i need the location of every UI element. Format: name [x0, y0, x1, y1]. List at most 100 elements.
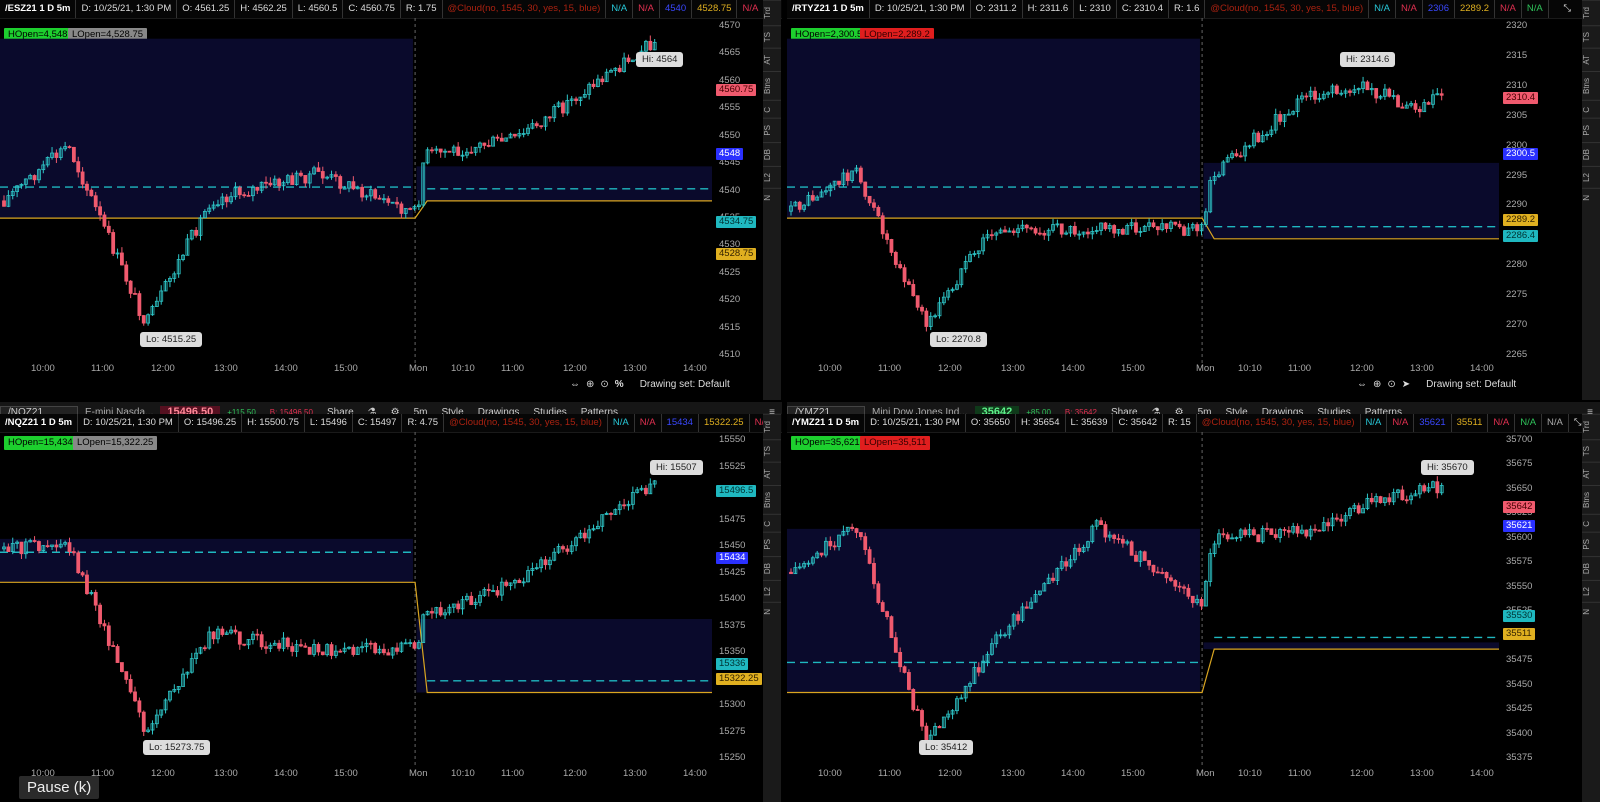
symbol-label[interactable]: /RTYZ21 1 D 5m — [787, 0, 870, 18]
sidebar-tab-at[interactable]: AT — [1582, 47, 1600, 71]
candle-body — [837, 180, 841, 185]
y-tick-label: 2295 — [1506, 169, 1528, 181]
price-chart[interactable] — [0, 432, 712, 766]
price-chart[interactable] — [787, 432, 1499, 766]
candle-body — [911, 284, 916, 297]
candle-body — [106, 225, 111, 233]
sidebar-tab-n[interactable]: N — [763, 188, 781, 207]
zoom-icon[interactable]: ⊙ — [1387, 379, 1395, 390]
range-label: R: 15 — [1163, 414, 1197, 432]
x-tick-label: 13:00 — [214, 768, 238, 779]
sidebar-tab-ps[interactable]: PS — [763, 532, 781, 557]
candle-body — [128, 280, 133, 294]
sidebar-tab-trd[interactable]: Trd — [1582, 414, 1600, 439]
y-tick-label: 15375 — [719, 619, 746, 631]
candle-body — [329, 644, 334, 656]
candle-body — [430, 611, 434, 614]
close-label: C: 2310.4 — [1117, 0, 1170, 18]
candle-body — [1286, 530, 1291, 533]
sidebar-tab-ps[interactable]: PS — [1582, 532, 1600, 557]
sidebar-tab-c[interactable]: C — [763, 99, 781, 119]
price-chart[interactable] — [787, 18, 1499, 363]
sidebar-tab-at[interactable]: AT — [763, 47, 781, 71]
study-label[interactable]: @Cloud(no, 1545, 30, yes, 15, blue) — [444, 414, 608, 432]
sidebar-tab-db[interactable]: DB — [763, 142, 781, 167]
sidebar-tab-ts[interactable]: TS — [763, 438, 781, 462]
symbol-label[interactable]: /NQZ21 1 D 5m — [0, 414, 79, 432]
symbol-label[interactable]: /YMZ21 1 D 5m — [787, 414, 866, 432]
candle-body — [1304, 529, 1309, 537]
sidebar-tab-ts[interactable]: TS — [1582, 24, 1600, 48]
chart-panel-nq: /NQZ21 E-mini Nasda... 15496.50 +115.50 … — [0, 402, 782, 802]
sidebar-tab-n[interactable]: N — [1582, 188, 1600, 207]
candle-body — [382, 648, 386, 654]
candle-body — [6, 546, 11, 553]
candle-body — [1348, 90, 1352, 93]
pan-icon[interactable]: ⇔ — [570, 379, 580, 390]
sidebar-tab-btns[interactable]: Btns — [763, 70, 781, 100]
candle-body — [255, 186, 260, 191]
y-tick-label: 2310 — [1506, 79, 1528, 91]
crosshair-icon[interactable]: ⊕ — [586, 379, 594, 390]
crosshair-icon[interactable]: ⊕ — [1373, 379, 1381, 390]
chart-header: /YMZ21 1 D 5m D: 10/25/21, 1:30 PM O: 35… — [787, 414, 1600, 433]
sidebar-tab-ts[interactable]: TS — [1582, 438, 1600, 462]
sidebar-tab-trd[interactable]: Trd — [1582, 0, 1600, 25]
study-label[interactable]: @Cloud(no, 1545, 30, yes, 15, blue) — [443, 0, 607, 18]
candle-body — [1417, 108, 1422, 113]
y-tick-label: 2305 — [1506, 109, 1528, 121]
chart-settings-icon[interactable]: ⤡ — [1558, 0, 1576, 18]
sidebar-tab-db[interactable]: DB — [1582, 142, 1600, 167]
candle-body — [395, 201, 399, 205]
sidebar-tab-at[interactable]: AT — [1582, 461, 1600, 485]
drawing-set-label[interactable]: Drawing set: Default — [640, 379, 730, 390]
sidebar-tab-c[interactable]: C — [1582, 99, 1600, 119]
low-callout: Lo: 4515.25 — [140, 332, 203, 347]
price-tag: 15496.5 — [716, 485, 757, 497]
candle-body — [1160, 571, 1165, 574]
study-label[interactable]: @Cloud(no, 1545, 30, yes, 15, blue) — [1197, 414, 1361, 432]
candle-body — [1120, 538, 1125, 544]
symbol-label[interactable]: /ESZ21 1 D 5m — [0, 0, 77, 18]
sidebar-tab-db[interactable]: DB — [1582, 556, 1600, 581]
sidebar-tab-trd[interactable]: Trd — [763, 414, 781, 439]
sidebar-tab-btns[interactable]: Btns — [1582, 484, 1600, 514]
sidebar-tab-n[interactable]: N — [1582, 602, 1600, 621]
candle-body — [893, 251, 898, 265]
sidebar-tab-ps[interactable]: PS — [763, 118, 781, 143]
candle-body — [1024, 606, 1029, 609]
cursor-icon[interactable]: ➤ — [1402, 379, 1410, 390]
study-value: 15434 — [662, 414, 699, 432]
pan-icon[interactable]: ⇔ — [1357, 379, 1367, 390]
candle-body — [1064, 561, 1069, 567]
sidebar-tab-l2[interactable]: L2 — [1582, 580, 1600, 603]
candle-body — [1221, 533, 1226, 536]
x-axis: 10:00 11:00 12:00 13:00 14:00 15:00 Mon 10:10 11… — [787, 363, 1499, 377]
hopen-tag: 35621 — [1503, 520, 1536, 532]
percent-icon[interactable]: % — [615, 379, 624, 390]
sidebar-tab-ts[interactable]: TS — [763, 24, 781, 48]
sidebar-tab-btns[interactable]: Btns — [763, 484, 781, 514]
candle-body — [1304, 95, 1309, 98]
sidebar-tab-l2[interactable]: L2 — [763, 166, 781, 189]
price-chart[interactable] — [0, 18, 712, 363]
candle-body — [237, 187, 242, 196]
drawing-set-label[interactable]: Drawing set: Default — [1426, 379, 1516, 390]
chart-panel-ym: /YMZ21 Mini Dow Jones Ind... 35642 +85.0… — [787, 402, 1600, 802]
low-callout: Lo: 15273.75 — [143, 740, 211, 755]
sidebar-tab-btns[interactable]: Btns — [1582, 70, 1600, 100]
sidebar-tab-at[interactable]: AT — [763, 461, 781, 485]
sidebar-tab-l2[interactable]: L2 — [1582, 166, 1600, 189]
candle-body — [1134, 554, 1138, 562]
candle-body — [71, 551, 76, 554]
sidebar-tab-c[interactable]: C — [1582, 513, 1600, 533]
sidebar-tab-db[interactable]: DB — [763, 556, 781, 581]
sidebar-tab-ps[interactable]: PS — [1582, 118, 1600, 143]
candle-body — [264, 646, 268, 649]
sidebar-tab-trd[interactable]: Trd — [763, 0, 781, 25]
zoom-icon[interactable]: ⊙ — [600, 379, 608, 390]
study-label[interactable]: @Cloud(no, 1545, 30, yes, 15, blue) — [1205, 0, 1370, 18]
sidebar-tab-n[interactable]: N — [763, 602, 781, 621]
sidebar-tab-l2[interactable]: L2 — [763, 580, 781, 603]
sidebar-tab-c[interactable]: C — [763, 513, 781, 533]
